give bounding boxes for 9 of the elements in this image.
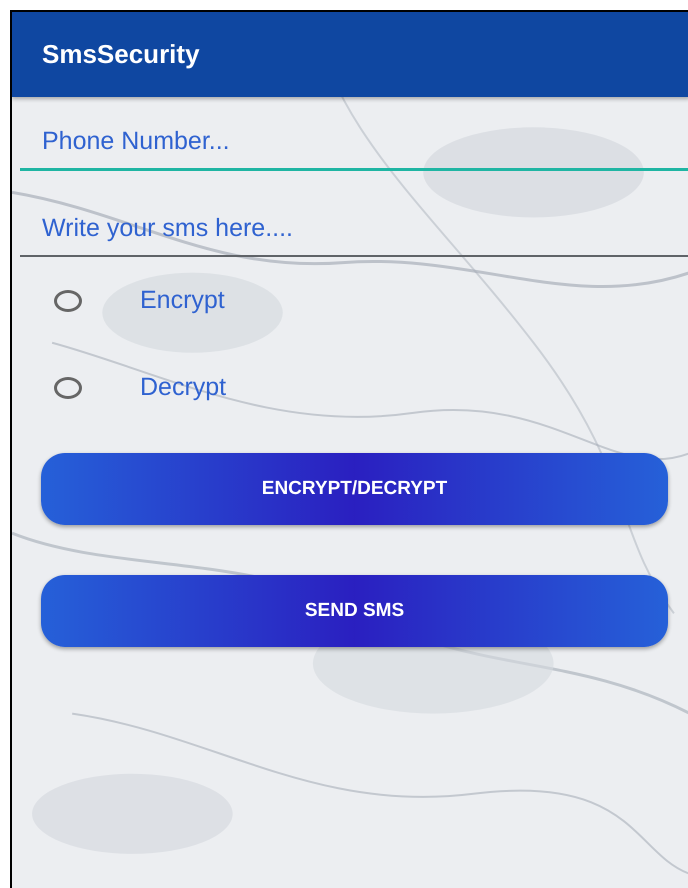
input-field[interactable]: Phone Number... <box>20 97 688 171</box>
radio-button[interactable] <box>54 290 82 312</box>
radio-label[interactable]: Decrypt <box>140 373 226 402</box>
radio-label[interactable]: Encrypt <box>140 286 225 315</box>
app-title: SmsSecurity <box>42 39 200 70</box>
input-field[interactable]: Write your sms here.... <box>20 171 688 257</box>
send-button[interactable]: SEND SMS <box>41 575 668 647</box>
encrypt-decrypt-button[interactable]: ENCRYPT/DECRYPT <box>41 453 668 525</box>
radio-button[interactable] <box>54 376 82 398</box>
